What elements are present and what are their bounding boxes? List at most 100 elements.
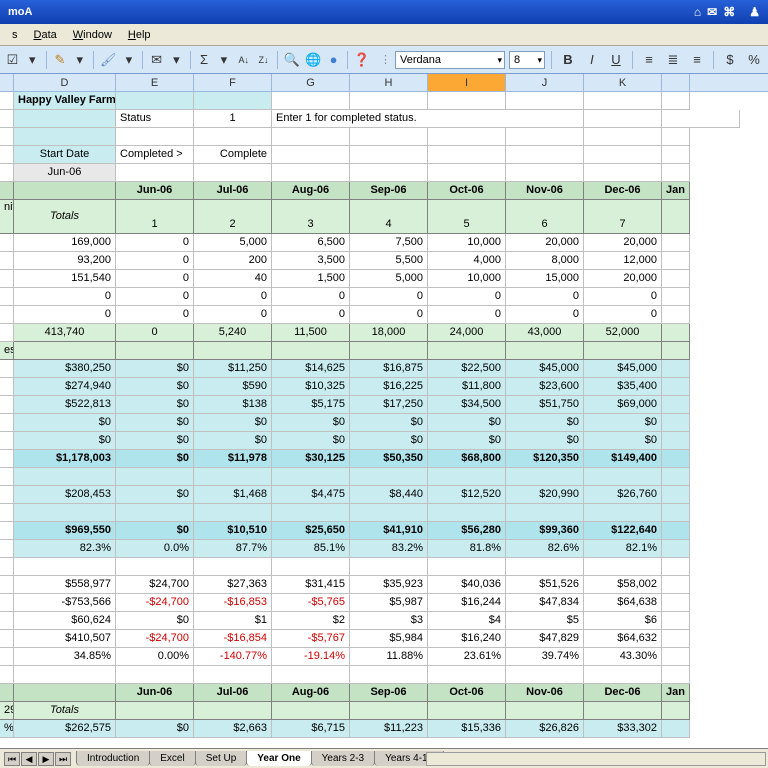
cell[interactable]: Dec-06 [584, 182, 662, 200]
col-header[interactable] [662, 74, 690, 91]
cell[interactable]: $14,625 [272, 360, 350, 378]
cell[interactable]: $56,280 [428, 522, 506, 540]
cell[interactable] [116, 504, 194, 522]
cell[interactable]: 0 [14, 288, 116, 306]
cell[interactable]: Complete [194, 146, 272, 164]
cell[interactable]: $0 [14, 432, 116, 450]
cell[interactable]: Jun-06 [116, 182, 194, 200]
cell[interactable]: 7,500 [350, 234, 428, 252]
cell[interactable]: $35,923 [350, 576, 428, 594]
sum-icon[interactable]: Σ [196, 50, 213, 70]
cell[interactable]: $22,500 [428, 360, 506, 378]
cell[interactable] [194, 164, 272, 182]
cell[interactable] [662, 702, 690, 720]
cell[interactable]: Completed > [116, 146, 194, 164]
cell[interactable]: 3,500 [272, 252, 350, 270]
cell[interactable] [662, 720, 690, 738]
cell[interactable] [116, 468, 194, 486]
cell[interactable]: Jan [662, 684, 690, 702]
cell[interactable] [350, 468, 428, 486]
cell[interactable]: -19.14% [272, 648, 350, 666]
cell[interactable] [584, 146, 662, 164]
cell[interactable]: $410,507 [14, 630, 116, 648]
cell[interactable]: 10,000 [428, 270, 506, 288]
cell[interactable] [584, 164, 662, 182]
mail-icon[interactable]: ✉ [148, 50, 165, 70]
cell[interactable]: $0 [116, 612, 194, 630]
cell[interactable]: $10,510 [194, 522, 272, 540]
cell[interactable]: $30,125 [272, 450, 350, 468]
cell[interactable]: 169,000 [14, 234, 116, 252]
cell[interactable] [662, 630, 690, 648]
cell[interactable] [662, 146, 690, 164]
align-center-icon[interactable]: ≣ [663, 50, 683, 70]
cell[interactable]: $0 [116, 486, 194, 504]
cell[interactable] [506, 702, 584, 720]
cell[interactable] [506, 342, 584, 360]
cell[interactable]: $4,475 [272, 486, 350, 504]
col-header[interactable] [0, 74, 14, 91]
cell[interactable] [116, 702, 194, 720]
cell[interactable]: 0 [116, 252, 194, 270]
col-num[interactable]: 5 [428, 200, 506, 234]
cell[interactable]: $120,350 [506, 450, 584, 468]
cell[interactable] [272, 702, 350, 720]
cell[interactable]: 0 [350, 306, 428, 324]
cell[interactable]: $0 [116, 522, 194, 540]
cell[interactable]: 20,000 [584, 234, 662, 252]
cell[interactable] [506, 164, 584, 182]
cell[interactable]: -$753,566 [14, 594, 116, 612]
cell[interactable]: Status [116, 110, 194, 128]
cell[interactable] [662, 558, 690, 576]
menu-data[interactable]: Data [26, 27, 65, 43]
cell[interactable] [116, 558, 194, 576]
cell[interactable] [428, 468, 506, 486]
tab-prev-icon[interactable]: ◀ [21, 752, 37, 766]
cell[interactable] [194, 666, 272, 684]
cell[interactable] [506, 666, 584, 684]
cell[interactable] [662, 306, 690, 324]
cell[interactable]: Jun-06 [14, 164, 116, 182]
cell[interactable]: 34.85% [14, 648, 116, 666]
cell[interactable] [194, 702, 272, 720]
cell[interactable]: $12,520 [428, 486, 506, 504]
cell[interactable]: $41,910 [350, 522, 428, 540]
cell[interactable]: 4,000 [428, 252, 506, 270]
cell[interactable] [662, 234, 690, 252]
cell[interactable]: $0 [194, 432, 272, 450]
cell[interactable]: $122,640 [584, 522, 662, 540]
cell[interactable] [662, 270, 690, 288]
cell[interactable] [350, 92, 428, 110]
cell[interactable]: 8,000 [506, 252, 584, 270]
cell[interactable] [0, 468, 14, 486]
cell[interactable] [662, 288, 690, 306]
cell[interactable]: 23.61% [428, 648, 506, 666]
cell[interactable]: $0 [272, 414, 350, 432]
toolbar-btn[interactable]: ☑ [4, 50, 21, 70]
cell[interactable]: $0 [272, 432, 350, 450]
cell[interactable] [14, 110, 116, 128]
cell[interactable]: $45,000 [506, 360, 584, 378]
cell[interactable]: $969,550 [14, 522, 116, 540]
cell[interactable]: Start Date [14, 146, 116, 164]
sheet-tab[interactable]: Years 2-3 [311, 751, 375, 766]
col-header[interactable]: J [506, 74, 584, 91]
cell[interactable] [662, 486, 690, 504]
cell[interactable]: $0 [116, 432, 194, 450]
cell[interactable] [0, 540, 14, 558]
col-header[interactable]: D [14, 74, 116, 91]
circle-icon[interactable]: ● [325, 50, 342, 70]
menu-s[interactable]: s [4, 27, 26, 43]
cell[interactable] [0, 92, 14, 110]
cell[interactable] [662, 594, 690, 612]
cell[interactable]: 1,500 [272, 270, 350, 288]
zoom-icon[interactable]: 🔍 [283, 50, 301, 70]
cell[interactable]: $380,250 [14, 360, 116, 378]
cell[interactable] [506, 128, 584, 146]
cell[interactable] [272, 666, 350, 684]
cell[interactable]: $40,036 [428, 576, 506, 594]
cell[interactable] [662, 468, 690, 486]
cell[interactable] [0, 594, 14, 612]
cell[interactable] [272, 164, 350, 182]
cell[interactable]: 0.0% [116, 540, 194, 558]
